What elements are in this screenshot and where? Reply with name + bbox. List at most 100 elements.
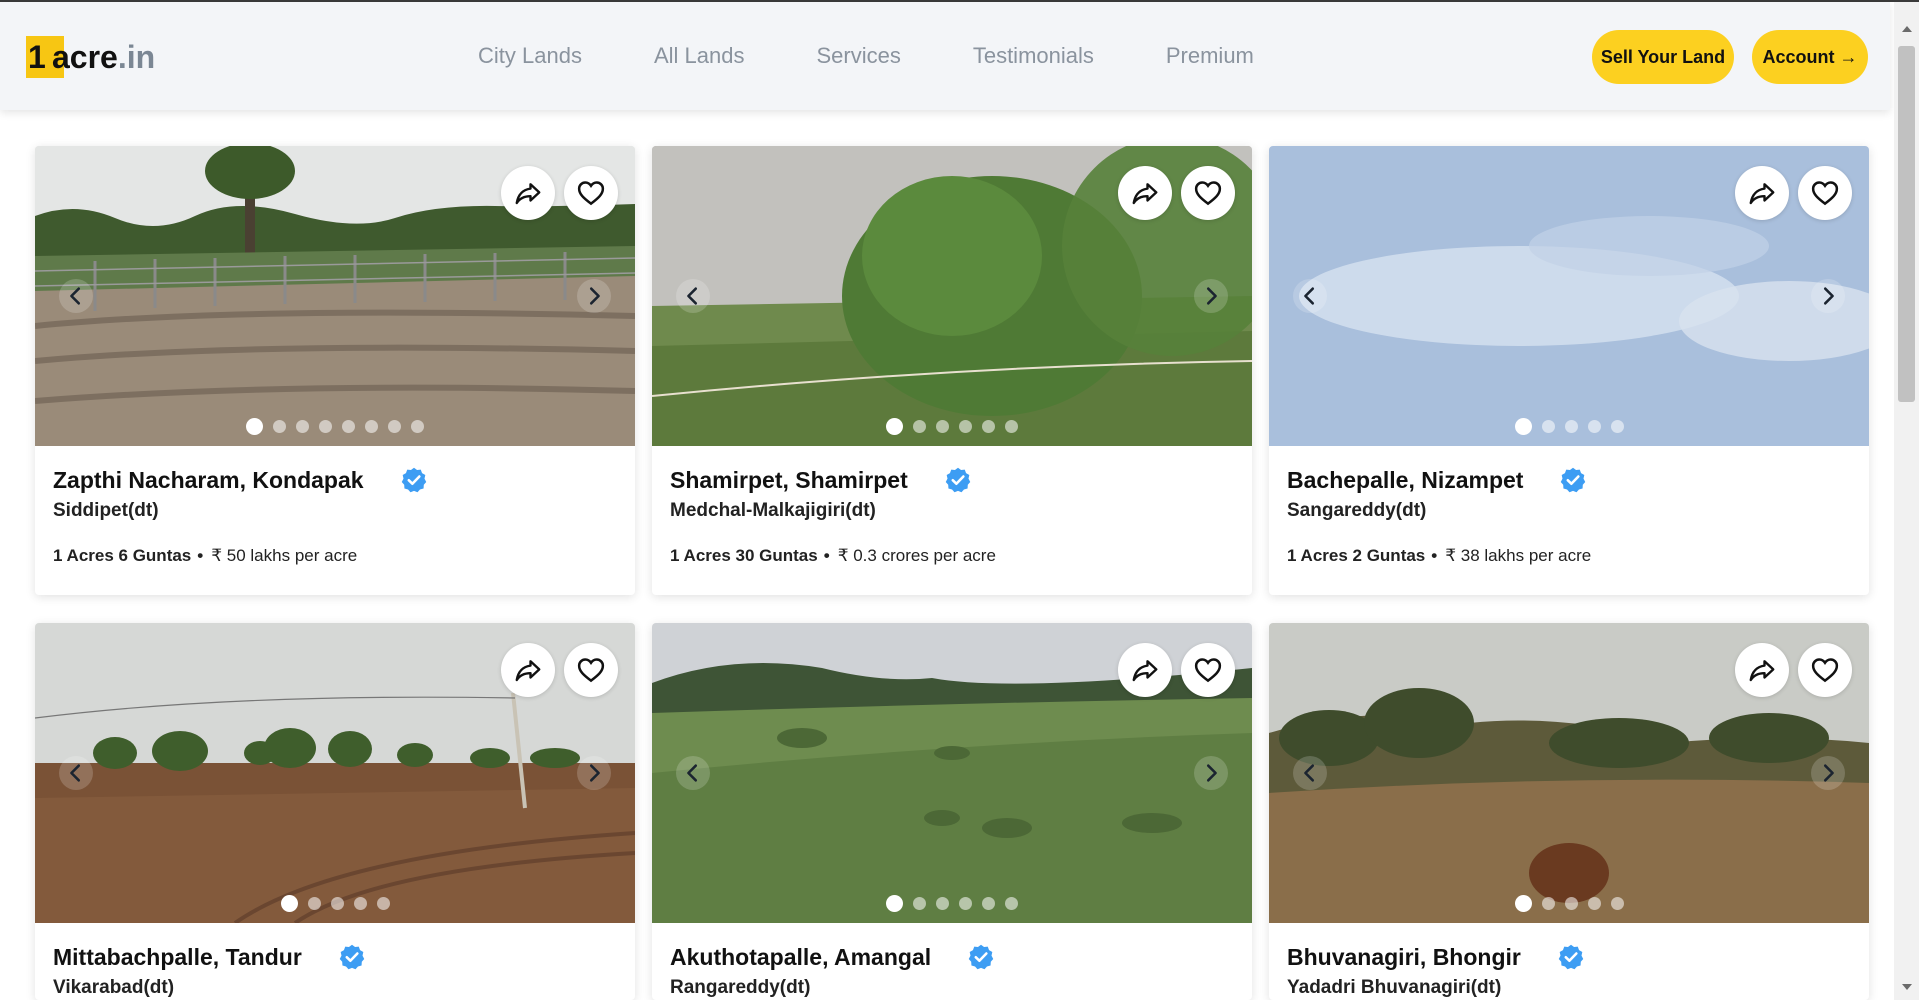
chevron-left-icon	[682, 762, 704, 784]
photo-dot[interactable]	[936, 420, 949, 433]
listing-card[interactable]: Bachepalle, Nizampet Sangareddy(dt) 1 Ac…	[1269, 146, 1869, 595]
photo-dot[interactable]	[1610, 420, 1624, 433]
listing-photo[interactable]	[652, 146, 1252, 446]
brand-logo[interactable]: 1 acre .in	[26, 36, 155, 78]
scroll-thumb[interactable]	[1898, 46, 1915, 402]
listing-title[interactable]: Akuthotapalle, Amangal	[670, 944, 931, 971]
next-photo-button[interactable]	[577, 279, 611, 313]
next-photo-button[interactable]	[1811, 756, 1845, 790]
favorite-button[interactable]	[1798, 166, 1852, 220]
photo-dot[interactable]	[296, 420, 309, 433]
chevron-left-icon	[65, 762, 87, 784]
favorite-button[interactable]	[564, 166, 618, 220]
heart-icon	[576, 655, 606, 685]
photo-dot[interactable]	[1005, 420, 1018, 433]
prev-photo-button[interactable]	[676, 756, 710, 790]
share-button[interactable]	[1118, 643, 1172, 697]
listing-photo[interactable]	[35, 146, 635, 446]
listing-title[interactable]: Mittabachpalle, Tandur	[53, 944, 302, 971]
next-photo-button[interactable]	[1194, 279, 1228, 313]
nav-city-lands[interactable]: City Lands	[478, 43, 582, 69]
photo-dot[interactable]	[913, 897, 926, 910]
listing-card[interactable]: Shamirpet, Shamirpet Medchal-Malkajigiri…	[652, 146, 1252, 595]
photo-dot[interactable]	[1610, 897, 1624, 910]
photo-dot[interactable]	[388, 420, 401, 433]
listing-title[interactable]: Zapthi Nacharam, Kondapak	[53, 467, 364, 494]
share-button[interactable]	[1118, 166, 1172, 220]
page-scrollbar[interactable]	[1894, 2, 1919, 1000]
photo-dot[interactable]	[936, 897, 949, 910]
favorite-button[interactable]	[564, 643, 618, 697]
listing-photo[interactable]	[652, 623, 1252, 923]
listing-photo[interactable]	[1269, 146, 1869, 446]
nav-testimonials[interactable]: Testimonials	[973, 43, 1094, 69]
prev-photo-button[interactable]	[59, 279, 93, 313]
photo-dot[interactable]	[273, 420, 286, 433]
photo-dot[interactable]	[1564, 420, 1578, 433]
nav-all-lands[interactable]: All Lands	[654, 43, 745, 69]
photo-dot-active[interactable]	[886, 895, 903, 912]
listing-card[interactable]: Zapthi Nacharam, Kondapak Siddipet(dt) 1…	[35, 146, 635, 595]
scroll-down-arrow-icon[interactable]	[1902, 984, 1912, 990]
chevron-right-icon	[1200, 285, 1222, 307]
photo-dot-active[interactable]	[246, 418, 263, 435]
photo-dot[interactable]	[353, 897, 367, 910]
top-navbar: 1 acre .in City Lands All Lands Services…	[0, 2, 1890, 110]
listing-title[interactable]: Shamirpet, Shamirpet	[670, 467, 908, 494]
next-photo-button[interactable]	[577, 756, 611, 790]
photo-dot[interactable]	[365, 420, 378, 433]
verified-badge-icon	[1557, 943, 1585, 971]
account-button[interactable]: Account →	[1752, 30, 1868, 84]
favorite-button[interactable]	[1181, 166, 1235, 220]
listing-title[interactable]: Bhuvanagiri, Bhongir	[1287, 944, 1521, 971]
listing-meta: 1 Acres 2 Guntas • ₹ 38 lakhs per acre	[1287, 546, 1591, 566]
photo-dot[interactable]	[376, 897, 390, 910]
photo-dot[interactable]	[1587, 420, 1601, 433]
favorite-button[interactable]	[1798, 643, 1852, 697]
photo-dot[interactable]	[959, 420, 972, 433]
photo-dot[interactable]	[307, 897, 321, 910]
listing-card[interactable]: Akuthotapalle, Amangal Rangareddy(dt)	[652, 623, 1252, 1000]
favorite-button[interactable]	[1181, 643, 1235, 697]
share-button[interactable]	[501, 166, 555, 220]
photo-dot[interactable]	[319, 420, 332, 433]
listing-district: Rangareddy(dt)	[670, 977, 811, 998]
share-button[interactable]	[1735, 166, 1789, 220]
photo-dot-active[interactable]	[886, 418, 903, 435]
listing-photo[interactable]	[35, 623, 635, 923]
prev-photo-button[interactable]	[1293, 279, 1327, 313]
share-icon	[1130, 655, 1160, 685]
listing-card[interactable]: Mittabachpalle, Tandur Vikarabad(dt)	[35, 623, 635, 1000]
photo-dot[interactable]	[1564, 897, 1578, 910]
scroll-up-arrow-icon[interactable]	[1902, 26, 1912, 32]
photo-dot[interactable]	[411, 420, 424, 433]
listing-district: Siddipet(dt)	[53, 500, 159, 521]
photo-dot[interactable]	[1005, 897, 1018, 910]
photo-dot[interactable]	[913, 420, 926, 433]
photo-dot[interactable]	[982, 420, 995, 433]
chevron-right-icon	[1817, 285, 1839, 307]
photo-dot[interactable]	[1541, 420, 1555, 433]
next-photo-button[interactable]	[1811, 279, 1845, 313]
sell-your-land-button[interactable]: Sell Your Land	[1592, 30, 1734, 84]
share-button[interactable]	[501, 643, 555, 697]
photo-dot[interactable]	[1587, 897, 1601, 910]
photo-dot[interactable]	[982, 897, 995, 910]
photo-dot-active[interactable]	[1514, 895, 1532, 912]
photo-dot[interactable]	[330, 897, 344, 910]
photo-dot-active[interactable]	[280, 895, 298, 912]
next-photo-button[interactable]	[1194, 756, 1228, 790]
listing-card[interactable]: Bhuvanagiri, Bhongir Yadadri Bhuvanagiri…	[1269, 623, 1869, 1000]
share-button[interactable]	[1735, 643, 1789, 697]
photo-dot[interactable]	[342, 420, 355, 433]
photo-dot-active[interactable]	[1514, 418, 1532, 435]
listing-title[interactable]: Bachepalle, Nizampet	[1287, 467, 1523, 494]
prev-photo-button[interactable]	[676, 279, 710, 313]
photo-dot[interactable]	[1541, 897, 1555, 910]
photo-dot[interactable]	[959, 897, 972, 910]
nav-premium[interactable]: Premium	[1166, 43, 1254, 69]
listing-photo[interactable]	[1269, 623, 1869, 923]
prev-photo-button[interactable]	[1293, 756, 1327, 790]
nav-services[interactable]: Services	[816, 43, 900, 69]
prev-photo-button[interactable]	[59, 756, 93, 790]
